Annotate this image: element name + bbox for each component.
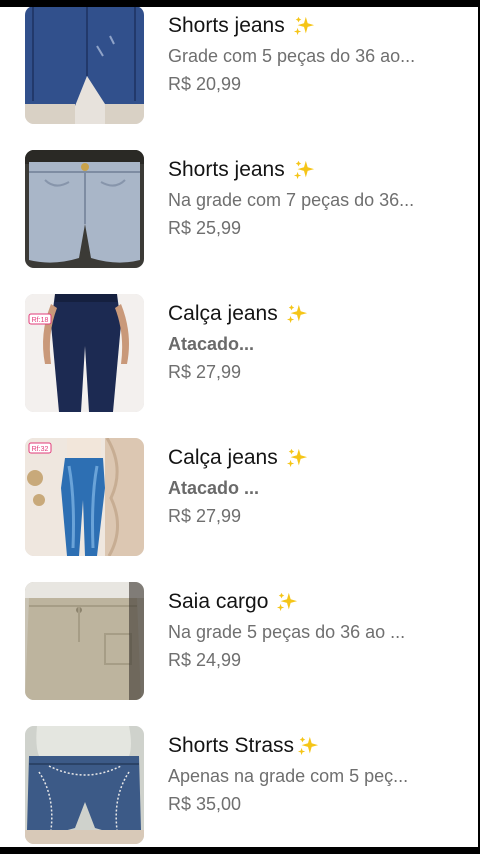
product-description: Na grade com 7 peças do 36... (168, 190, 415, 210)
product-item[interactable]: Rf:18 Calça jeans Atacado... R$ 27,99 (0, 283, 478, 427)
product-description: Atacado ... (168, 478, 260, 498)
product-image[interactable] (25, 582, 144, 700)
beige-cargo-skirt-image (25, 582, 144, 700)
rhinestone-denim-shorts-image (25, 726, 144, 844)
product-title: Calça jeans (168, 446, 278, 469)
product-price: R$ 27,99 (168, 362, 242, 382)
product-price: R$ 20,99 (168, 74, 242, 94)
denim-shorts-dark-image (25, 7, 144, 124)
product-image[interactable]: Rf:18 (25, 294, 144, 412)
product-title: Shorts Strass (168, 734, 295, 757)
screen: Shorts jeans Grade com 5 peças do 36 ao.… (0, 7, 478, 847)
product-list: Shorts jeans Grade com 5 peças do 36 ao.… (0, 7, 478, 847)
sparkles-icon (293, 160, 314, 180)
product-description: Grade com 5 peças do 36 ao... (168, 46, 416, 66)
sparkles-icon (297, 736, 319, 756)
product-price: R$ 27,99 (168, 506, 242, 526)
product-image[interactable] (25, 726, 144, 844)
denim-shorts-light-image (25, 150, 144, 268)
product-image[interactable] (25, 7, 144, 124)
product-item[interactable]: Saia cargo Na grade 5 peças do 36 ao ...… (0, 571, 478, 715)
product-title: Calça jeans (168, 302, 278, 325)
sparkles-icon (293, 16, 314, 36)
product-title: Shorts jeans (168, 158, 285, 181)
product-item[interactable]: Shorts jeans Na grade com 7 peças do 36.… (0, 139, 478, 283)
product-badge: Rf:32 (32, 446, 49, 453)
product-price: R$ 24,99 (168, 650, 242, 670)
blue-skinny-jeans-image: Rf:32 (25, 438, 144, 556)
product-item[interactable]: Shorts jeans Grade com 5 peças do 36 ao.… (0, 7, 478, 139)
product-description: Apenas na grade com 5 peç... (168, 766, 409, 786)
product-image[interactable] (25, 150, 144, 268)
sparkles-icon (277, 592, 298, 612)
product-badge: Rf:18 (32, 317, 49, 324)
sparkles-icon (286, 448, 307, 468)
product-price: R$ 25,99 (168, 218, 242, 238)
product-description: Atacado... (168, 334, 255, 354)
product-title: Saia cargo (168, 590, 269, 613)
product-item[interactable]: Shorts Strass Apenas na grade com 5 peç.… (0, 715, 478, 847)
product-item[interactable]: Rf:32 Calça jeans Atacado ... R$ 27,99 (0, 427, 478, 571)
product-description: Na grade 5 peças do 36 ao ... (168, 622, 406, 642)
product-title: Shorts jeans (168, 14, 285, 37)
dark-skinny-jeans-image: Rf:18 (25, 294, 144, 412)
bottom-edge (0, 847, 480, 854)
product-price: R$ 35,00 (168, 794, 242, 814)
sparkles-icon (286, 304, 307, 324)
product-image[interactable]: Rf:32 (25, 438, 144, 556)
